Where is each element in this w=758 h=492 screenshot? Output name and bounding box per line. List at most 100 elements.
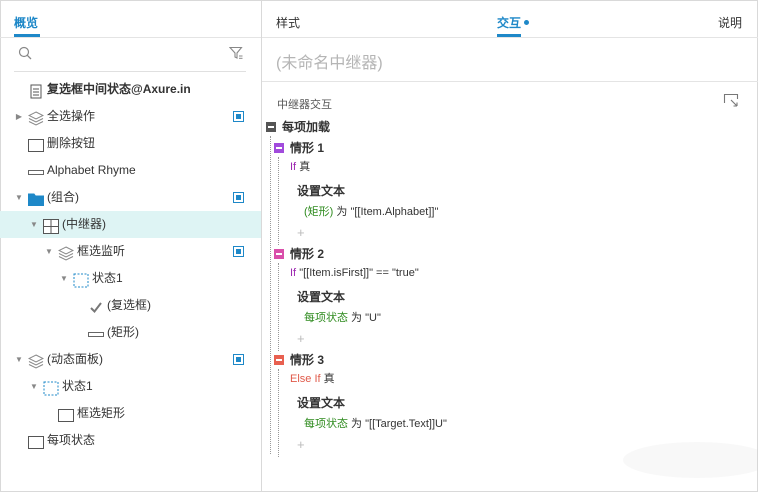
unsaved-dot-icon xyxy=(524,20,530,26)
add-action-icon[interactable]: + xyxy=(297,225,305,240)
tab-interaction[interactable]: 交互 xyxy=(497,14,530,31)
tree-row[interactable]: (矩形) xyxy=(0,319,261,346)
tree-row-label: (复选框) xyxy=(107,298,151,312)
expand-arrow-icon[interactable]: ▼ xyxy=(14,184,24,211)
outline-tree: 复选框中间状态@Axure.in ▶ 全选操作删除按钮 Alphabet Rhyme ▼… xyxy=(0,76,261,454)
tree-row[interactable]: ▼ 状态1 xyxy=(0,373,261,400)
tree-row[interactable]: (复选框) xyxy=(0,292,261,319)
interaction-marker-icon xyxy=(233,192,244,203)
text-line-icon xyxy=(88,325,104,340)
rectangle-icon xyxy=(58,406,74,422)
text-line-icon xyxy=(28,163,44,178)
layers-icon xyxy=(27,352,45,369)
tree-row[interactable]: ▼ 状态1 xyxy=(0,265,261,292)
collapse-icon[interactable] xyxy=(274,248,284,259)
add-action-icon[interactable]: + xyxy=(297,437,305,452)
tab-style[interactable]: 样式 xyxy=(276,14,300,31)
tree-row[interactable]: Alphabet Rhyme xyxy=(0,157,261,184)
tree-row[interactable]: ▼ 框选监听 xyxy=(0,238,261,265)
tab-notes[interactable]: 说明 xyxy=(718,14,742,31)
action-title[interactable]: 设置文本 xyxy=(297,182,345,200)
layers-icon xyxy=(27,109,45,126)
case-row[interactable]: 情形 3 xyxy=(274,351,324,369)
interaction-marker-icon xyxy=(233,354,244,365)
tree-row-label: 全选操作 xyxy=(47,109,96,123)
add-action-icon[interactable]: + xyxy=(297,331,305,346)
interaction-marker-icon xyxy=(233,246,244,257)
expand-arrow-icon[interactable]: ▼ xyxy=(14,346,24,373)
event-row[interactable]: 每项加载 xyxy=(266,118,330,136)
action-value: 为 "[[Target.Text]]U" xyxy=(348,418,447,430)
layers-icon xyxy=(57,244,75,261)
tree-row-label: 框选矩形 xyxy=(77,406,126,420)
tree-row-label: (动态面板) xyxy=(47,352,103,366)
tree-row[interactable]: ▼ (中继器) xyxy=(0,211,261,238)
expand-corner-icon[interactable] xyxy=(723,93,739,109)
action-detail[interactable]: (矩形) 为 "[[Item.Alphabet]]" xyxy=(304,203,438,221)
case-guide-line xyxy=(278,369,279,457)
action-value: 为 "U" xyxy=(348,312,381,324)
action-target: (矩形) xyxy=(304,206,334,218)
collapsed-arrow-icon[interactable]: ▶ xyxy=(14,103,24,130)
action-target: 每项状态 xyxy=(304,312,348,324)
case-guide-line xyxy=(278,263,279,351)
collapse-icon[interactable] xyxy=(266,121,276,132)
collapse-icon[interactable] xyxy=(274,354,284,365)
case-condition[interactable]: If 真 xyxy=(290,158,310,176)
action-detail[interactable]: 每项状态 为 "[[Target.Text]]U" xyxy=(304,415,447,433)
dashed-state-icon xyxy=(73,271,89,288)
rectangle-icon xyxy=(28,136,44,152)
widget-name-field[interactable]: (未命名中继器) xyxy=(276,49,383,73)
condition-text: 真 xyxy=(323,373,335,385)
action-detail[interactable]: 每项状态 为 "U" xyxy=(304,309,381,327)
tree-row-label: (组合) xyxy=(47,190,79,204)
case-name: 情形 2 xyxy=(290,247,325,261)
condition-keyword: If xyxy=(290,161,297,173)
repeater-grid-icon xyxy=(43,217,59,234)
divider xyxy=(0,37,261,38)
case-row[interactable]: 情形 1 xyxy=(274,139,324,157)
tree-row-label: Alphabet Rhyme xyxy=(47,163,136,177)
expand-arrow-icon[interactable]: ▼ xyxy=(29,211,39,238)
case-name: 情形 1 xyxy=(290,141,325,155)
dashed-state-icon xyxy=(43,379,59,396)
condition-keyword: If xyxy=(290,267,297,279)
search-input-underline xyxy=(14,71,246,72)
page-icon xyxy=(28,82,44,99)
event-guide-line xyxy=(270,136,271,454)
tree-row-label: (中继器) xyxy=(62,217,106,231)
tab-outline[interactable]: 概览 xyxy=(14,14,38,31)
divider xyxy=(262,37,758,38)
tree-row[interactable]: 删除按钮 xyxy=(0,130,261,157)
condition-text: 真 xyxy=(299,161,311,173)
divider xyxy=(262,81,758,82)
tab-interaction-label: 交互 xyxy=(497,16,522,30)
collapse-icon[interactable] xyxy=(274,142,284,153)
condition-text: "[[Item.isFirst]]" == "true" xyxy=(299,267,419,279)
case-condition[interactable]: Else If 真 xyxy=(290,370,335,388)
search-icon[interactable] xyxy=(18,46,32,60)
tree-row[interactable]: 每项状态 xyxy=(0,427,261,454)
checkmark-icon xyxy=(88,298,104,314)
tree-row-label: 框选监听 xyxy=(77,244,126,258)
tree-row[interactable]: ▶ 全选操作 xyxy=(0,103,261,130)
action-title[interactable]: 设置文本 xyxy=(297,288,345,306)
action-target: 每项状态 xyxy=(304,418,348,430)
action-title[interactable]: 设置文本 xyxy=(297,394,345,412)
tree-row[interactable]: 框选矩形 xyxy=(0,400,261,427)
case-row[interactable]: 情形 2 xyxy=(274,245,324,263)
tree-row[interactable]: ▼ (动态面板) xyxy=(0,346,261,373)
tree-row-label: 状态1 xyxy=(92,271,123,285)
case-condition[interactable]: If "[[Item.isFirst]]" == "true" xyxy=(290,264,419,282)
expand-arrow-icon[interactable]: ▼ xyxy=(59,265,69,292)
expand-arrow-icon[interactable]: ▼ xyxy=(29,373,39,400)
expand-arrow-icon[interactable]: ▼ xyxy=(44,238,54,265)
interaction-marker-icon xyxy=(233,111,244,122)
tree-row[interactable]: ▼ (组合) xyxy=(0,184,261,211)
watermark xyxy=(623,442,758,478)
outline-panel: 概览 复选框中间状态@Axure.in ▶ 全选操作删除按钮 Alphabet Rhy… xyxy=(0,0,262,492)
tree-row-label: (矩形) xyxy=(107,325,139,339)
tree-row[interactable]: 复选框中间状态@Axure.in xyxy=(0,76,261,103)
event-label: 每项加载 xyxy=(282,120,331,134)
filter-icon[interactable] xyxy=(229,46,243,60)
